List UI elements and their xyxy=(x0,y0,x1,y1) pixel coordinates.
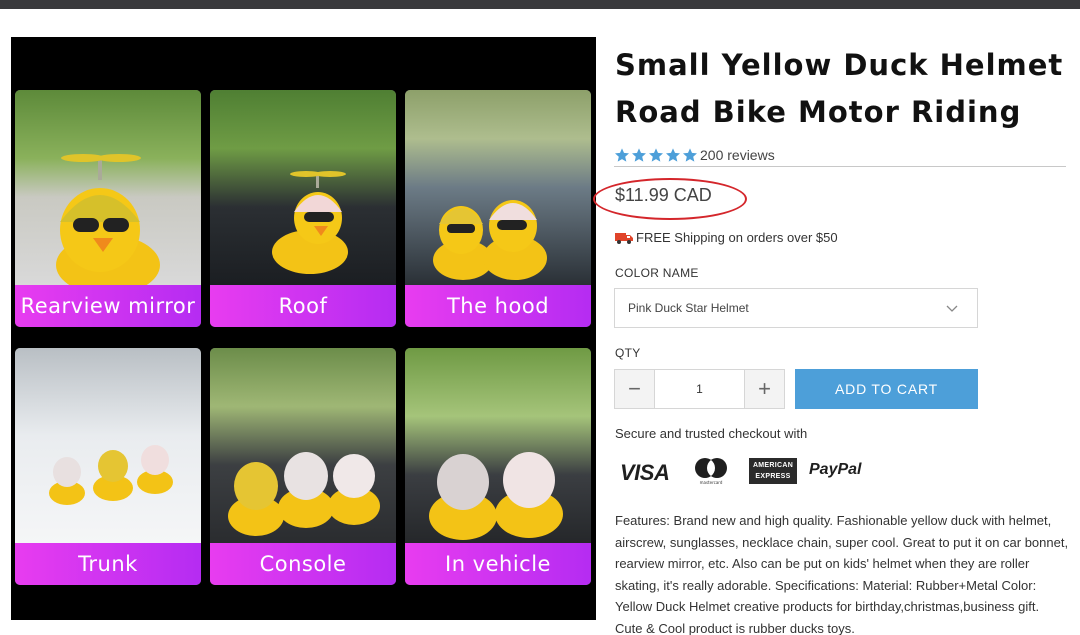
duck-icon xyxy=(429,452,563,540)
gallery-tile-rearview: Rearview mirror xyxy=(15,90,201,327)
rating-stars xyxy=(614,147,698,163)
product-description: Features: Brand new and high quality. Fa… xyxy=(615,513,1069,635)
tile-caption: Rearview mirror xyxy=(15,285,201,327)
qty-increment-button[interactable]: + xyxy=(744,370,784,408)
price-highlight-annotation xyxy=(593,178,747,220)
product-image[interactable]: Rearview mirror Roof The hood Trunk Cons… xyxy=(11,37,596,620)
svg-text:mastercard: mastercard xyxy=(700,480,723,485)
divider xyxy=(614,166,1066,167)
secure-checkout-text: Secure and trusted checkout with xyxy=(615,426,808,441)
truck-icon xyxy=(615,232,633,244)
product-rating[interactable]: 200 reviews xyxy=(614,147,775,163)
visa-logo: VISA xyxy=(620,460,670,485)
shipping-text: FREE Shipping on orders over $50 xyxy=(636,230,838,245)
add-to-cart-button[interactable]: ADD TO CART xyxy=(795,369,978,409)
tile-photo xyxy=(210,348,396,543)
gallery-tile-roof: Roof xyxy=(210,90,396,327)
duck-icon xyxy=(49,445,173,505)
review-count-link[interactable]: 200 reviews xyxy=(700,147,775,163)
gallery-tile-vehicle: In vehicle xyxy=(405,348,591,585)
qty-input[interactable]: 1 xyxy=(655,370,744,408)
qty-label: QTY xyxy=(615,346,641,360)
amex-line2: EXPRESS xyxy=(755,473,791,480)
star-icon xyxy=(683,148,697,162)
star-icon xyxy=(632,148,646,162)
product-title: Small Yellow Duck Helmet Road Bike Motor… xyxy=(615,48,1064,129)
duck-icon xyxy=(56,154,160,285)
amex-logo: AMERICAN EXPRESS xyxy=(749,458,797,484)
quantity-stepper: − 1 + xyxy=(614,369,785,409)
top-nav-bar xyxy=(0,0,1080,9)
gallery-tile-console: Console xyxy=(210,348,396,585)
color-select[interactable]: Pink Duck Star Helmet xyxy=(614,288,978,328)
tile-photo xyxy=(15,348,201,543)
star-icon xyxy=(615,148,629,162)
tile-photo xyxy=(405,348,591,543)
duck-icon xyxy=(272,171,348,274)
paypal-logo: PayPal xyxy=(809,461,862,478)
tile-photo xyxy=(405,90,591,285)
duck-icon xyxy=(228,452,380,536)
duck-icon xyxy=(433,200,547,280)
tile-photo xyxy=(210,90,396,285)
tile-caption: Trunk xyxy=(15,543,201,585)
tile-caption: The hood xyxy=(405,285,591,327)
gallery-tile-trunk: Trunk xyxy=(15,348,201,585)
star-icon xyxy=(666,148,680,162)
payment-methods: VISA mastercard AMERICAN EXPRESS PayPal xyxy=(618,452,878,488)
chevron-down-icon xyxy=(946,305,958,312)
shipping-note: FREE Shipping on orders over $50 xyxy=(615,230,838,245)
tile-caption: Console xyxy=(210,543,396,585)
color-name-label: COLOR NAME xyxy=(615,266,699,280)
gallery-tile-hood: The hood xyxy=(405,90,591,327)
mastercard-logo: mastercard xyxy=(695,458,727,485)
color-select-value: Pink Duck Star Helmet xyxy=(628,301,749,315)
tile-caption: Roof xyxy=(210,285,396,327)
qty-decrement-button[interactable]: − xyxy=(615,370,655,408)
tile-caption: In vehicle xyxy=(405,543,591,585)
tile-photo xyxy=(15,90,201,285)
amex-line1: AMERICAN xyxy=(752,462,794,469)
star-icon xyxy=(649,148,663,162)
